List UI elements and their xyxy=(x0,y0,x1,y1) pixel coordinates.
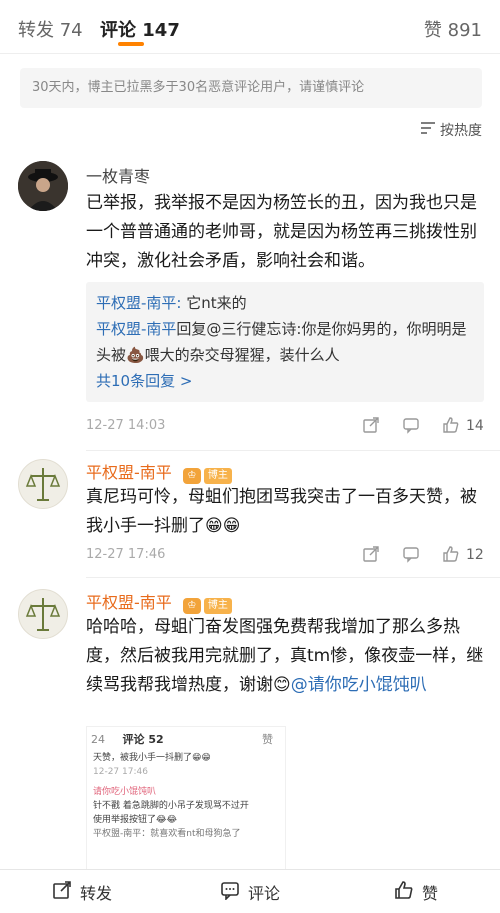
comment-text: 真尼玛可怜，母蛆们抱团骂我突击了一百多天赞，被我小手一抖删了😁😁 xyxy=(86,487,477,536)
bottom-action-bar: 转发 评论 赞 xyxy=(0,869,500,913)
avatar[interactable] xyxy=(18,161,68,211)
reply-text: 它nt来的 xyxy=(181,294,247,312)
sort-icon xyxy=(420,121,436,139)
comment-meta: 12-27 14:03 14 xyxy=(86,417,486,434)
more-replies-link[interactable]: 共10条回复 > xyxy=(96,368,474,394)
tab-repost-count: 74 xyxy=(59,20,83,41)
tab-like-count: 891 xyxy=(447,20,482,41)
username[interactable]: 平权盟-南平 ♔ 博主 xyxy=(86,459,232,484)
embedded-line: 针不戳 着急跳脚的小吊子发现骂不过开 xyxy=(93,801,249,811)
comment-button[interactable]: 评论 xyxy=(220,880,280,904)
reply-author[interactable]: 平权盟-南平 xyxy=(96,320,176,338)
embedded-line: 使用举报按钮了😂😂 xyxy=(93,815,178,825)
sort-label: 按热度 xyxy=(440,123,482,139)
comment-time: 12-27 14:03 xyxy=(86,418,166,433)
embedded-label: 评论 52 xyxy=(122,733,164,746)
sort-button[interactable]: 按热度 xyxy=(420,120,482,140)
embedded-header: 24 评论 52 赞 xyxy=(87,727,285,751)
comment-time: 12-27 17:46 xyxy=(86,547,166,562)
reply-icon[interactable] xyxy=(402,545,420,567)
tab-repost-label: 转发 xyxy=(18,20,54,41)
comment-label: 评论 xyxy=(248,884,281,903)
like-count: 14 xyxy=(466,418,484,434)
tab-repost[interactable]: 转发 74 xyxy=(18,16,83,42)
repost-icon xyxy=(52,880,72,904)
vip-icon: ♔ xyxy=(182,593,201,614)
username[interactable]: 平权盟-南平 ♔ 博主 xyxy=(86,589,232,614)
embedded-line: 天赞，被我小手一抖删了😁😁 xyxy=(93,753,211,763)
like-icon xyxy=(394,880,414,904)
username-text: 平权盟-南平 xyxy=(86,463,172,482)
reply-icon[interactable] xyxy=(402,416,420,438)
blogger-badge: 博主 xyxy=(203,598,232,614)
tab-comment-label: 评论 xyxy=(100,20,136,41)
tab-comment-count: 147 xyxy=(142,20,180,41)
comment-meta: 12-27 17:46 12 xyxy=(86,546,486,563)
repost-label: 转发 xyxy=(80,884,113,903)
divider xyxy=(86,450,500,451)
share-icon[interactable] xyxy=(362,416,380,438)
like-count: 12 xyxy=(466,547,484,563)
embedded-screenshot[interactable]: 24 评论 52 赞 天赞，被我小手一抖删了😁😁 12-27 17:46 请你吃… xyxy=(86,726,286,876)
embedded-like-label: 赞 xyxy=(262,733,273,746)
comment-text: 哈哈哈，母蛆门奋发图强免费帮我增加了那么多热度，然后被我用完就删了，真tm惨，像… xyxy=(86,613,486,700)
moderation-notice: 30天内，博主已拉黑多于30名恶意评论用户，请谨慎评论 xyxy=(20,68,482,108)
mention-link[interactable]: @请你吃小馄饨叭 xyxy=(291,675,427,695)
tab-comment[interactable]: 评论 147 xyxy=(100,16,180,42)
avatar[interactable] xyxy=(18,459,68,509)
embedded-count: 24 xyxy=(91,733,105,746)
reply-item: 平权盟-南平: 它nt来的 xyxy=(96,290,474,316)
like-label: 赞 xyxy=(422,884,439,903)
comment-icon xyxy=(220,880,240,904)
share-icon[interactable] xyxy=(362,545,380,567)
like-icon[interactable] xyxy=(442,545,460,567)
reply-box[interactable]: 平权盟-南平: 它nt来的 平权盟-南平回复@三行健忘诗:你是你妈男的，你明明是… xyxy=(86,282,484,402)
tab-active-indicator xyxy=(118,42,144,46)
like-icon[interactable] xyxy=(442,416,460,438)
tab-like[interactable]: 赞 891 xyxy=(424,16,482,42)
vip-icon: ♔ xyxy=(182,463,201,484)
like-button[interactable]: 赞 xyxy=(394,880,438,904)
username-text: 平权盟-南平 xyxy=(86,593,172,612)
divider xyxy=(86,577,500,578)
comment-text: 已举报，我举报不是因为杨笠长的丑，因为我也只是一个普普通通的老帅哥，就是因为杨笠… xyxy=(86,193,477,271)
reply-author[interactable]: 平权盟-南平: xyxy=(96,294,181,312)
embedded-line: 平权盟-南平：就喜欢看nt和母狗急了 xyxy=(93,829,241,839)
tab-like-label: 赞 xyxy=(423,20,442,41)
reply-item: 平权盟-南平回复@三行健忘诗:你是你妈男的，你明明是头被💩喂大的杂交母猩猩，装什… xyxy=(96,316,474,368)
tab-bar: 转发 74 评论 147 赞 891 xyxy=(0,0,500,54)
embedded-line: 请你吃小馄饨叭 xyxy=(93,787,157,797)
avatar[interactable] xyxy=(18,589,68,639)
repost-button[interactable]: 转发 xyxy=(52,880,112,904)
blogger-badge: 博主 xyxy=(203,468,232,484)
username[interactable]: 一枚青枣 xyxy=(86,163,150,187)
embedded-line: 12-27 17:46 xyxy=(93,767,148,777)
